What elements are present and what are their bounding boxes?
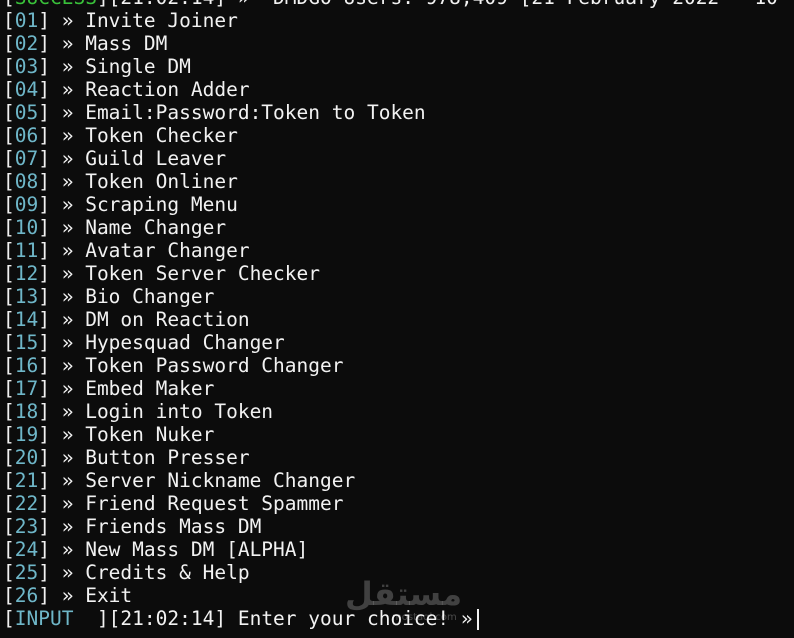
menu-item-10: [10] » Name Changer — [3, 216, 227, 239]
menu-item-22: [22] » Friend Request Spammer — [3, 492, 344, 515]
menu-item-12: [12] » Token Server Checker — [3, 262, 321, 285]
header-text: » DMDGO Users: 978,409 [21 February 2022… — [226, 0, 778, 9]
menu-item-label: Embed Maker — [85, 377, 215, 400]
menu-item-number: 08 — [14, 170, 39, 193]
menu-item-label: Token Nuker — [85, 423, 215, 446]
menu-item-02: [02] » Mass DM — [3, 32, 168, 55]
menu-item-label: Hypesquad Changer — [85, 331, 285, 354]
menu-item-number: 12 — [14, 262, 39, 285]
menu-item-11: [11] » Avatar Changer — [3, 239, 250, 262]
menu-item-number: 25 — [14, 561, 39, 584]
menu-item-label: Bio Changer — [85, 285, 215, 308]
menu-item-label: Token Server Checker — [85, 262, 321, 285]
menu-item-13: [13] » Bio Changer — [3, 285, 215, 308]
menu-item-label: Token Checker — [85, 124, 238, 147]
menu-item-label: Button Presser — [85, 446, 250, 469]
menu-item-label: Email:Password:Token to Token — [85, 101, 426, 124]
menu-item-26: [26] » Exit — [3, 584, 133, 607]
menu-item-label: Credits & Help — [85, 561, 250, 584]
status-tag: SUCCESS — [15, 0, 97, 9]
menu-item-label: Login into Token — [85, 400, 274, 423]
menu-item-label: Avatar Changer — [85, 239, 250, 262]
menu-item-08: [08] » Token Onliner — [3, 170, 238, 193]
prompt-text: Enter your choice! » — [226, 607, 473, 630]
menu-item-number: 24 — [14, 538, 39, 561]
menu-item-number: 06 — [14, 124, 39, 147]
menu-item-16: [16] » Token Password Changer — [3, 354, 344, 377]
header-time: 21:02:14 — [120, 0, 214, 9]
menu-item-03: [03] » Single DM — [3, 55, 191, 78]
menu-item-number: 01 — [14, 9, 39, 32]
menu-item-20: [20] » Button Presser — [3, 446, 250, 469]
text-cursor[interactable] — [476, 609, 479, 630]
menu-item-label: Single DM — [85, 55, 191, 78]
menu-item-09: [09] » Scraping Menu — [3, 193, 238, 216]
menu-item-label: Exit — [85, 584, 133, 607]
menu-item-06: [06] » Token Checker — [3, 124, 238, 147]
menu-item-label: Token Onliner — [85, 170, 238, 193]
menu-item-label: Reaction Adder — [85, 78, 250, 101]
header-line: [SUCCESS][21:02:14] » DMDGO Users: 978,4… — [0, 0, 794, 9]
menu-item-number: 04 — [14, 78, 39, 101]
menu-item-label: Name Changer — [85, 216, 227, 239]
menu-item-number: 16 — [14, 354, 39, 377]
menu-item-number: 10 — [14, 216, 39, 239]
menu-item-21: [21] » Server Nickname Changer — [3, 469, 356, 492]
menu-item-label: New Mass DM [ALPHA] — [85, 538, 309, 561]
prompt-time: 21:02:14 — [120, 607, 215, 630]
input-prompt[interactable]: [INPUT ][21:02:14] Enter your choice! » — [0, 607, 794, 630]
menu-item-label: Server Nickname Changer — [85, 469, 356, 492]
menu-item-label: Friends Mass DM — [85, 515, 262, 538]
menu-item-14: [14] » DM on Reaction — [3, 308, 250, 331]
menu-item-number: 18 — [14, 400, 39, 423]
menu-item-number: 13 — [14, 285, 39, 308]
menu-item-number: 07 — [14, 147, 39, 170]
menu-list: [01] » Invite Joiner [02] » Mass DM [03] »… — [0, 9, 794, 607]
menu-item-17: [17] » Embed Maker — [3, 377, 215, 400]
menu-item-number: 20 — [14, 446, 39, 469]
menu-item-05: [05] » Email:Password:Token to Token — [3, 101, 426, 124]
menu-item-number: 23 — [14, 515, 39, 538]
menu-item-label: Invite Joiner — [85, 9, 238, 32]
menu-item-number: 21 — [14, 469, 39, 492]
menu-item-label: Mass DM — [85, 32, 168, 55]
terminal-window: [SUCCESS][21:02:14] » DMDGO Users: 978,4… — [0, 0, 794, 630]
menu-item-label: Friend Request Spammer — [85, 492, 344, 515]
menu-item-label: DM on Reaction — [85, 308, 250, 331]
menu-item-number: 14 — [14, 308, 39, 331]
menu-item-07: [07] » Guild Leaver — [3, 147, 227, 170]
menu-item-number: 05 — [14, 101, 39, 124]
menu-item-label: Scraping Menu — [85, 193, 238, 216]
menu-item-01: [01] » Invite Joiner — [3, 9, 238, 32]
menu-item-04: [04] » Reaction Adder — [3, 78, 250, 101]
menu-item-19: [19] » Token Nuker — [3, 423, 215, 446]
menu-item-number: 22 — [14, 492, 39, 515]
menu-item-number: 19 — [14, 423, 39, 446]
menu-item-15: [15] » Hypesquad Changer — [3, 331, 285, 354]
menu-item-25: [25] » Credits & Help — [3, 561, 250, 584]
menu-item-number: 02 — [14, 32, 39, 55]
menu-item-number: 03 — [14, 55, 39, 78]
menu-item-number: 11 — [14, 239, 39, 262]
menu-item-number: 26 — [14, 584, 39, 607]
menu-item-number: 15 — [14, 331, 39, 354]
menu-item-label: Token Password Changer — [85, 354, 344, 377]
menu-item-18: [18] » Login into Token — [3, 400, 274, 423]
menu-item-23: [23] » Friends Mass DM — [3, 515, 262, 538]
menu-item-number: 09 — [14, 193, 39, 216]
menu-item-24: [24] » New Mass DM [ALPHA] — [3, 538, 309, 561]
menu-item-number: 17 — [14, 377, 39, 400]
menu-item-label: Guild Leaver — [85, 147, 227, 170]
input-tag: INPUT — [14, 607, 97, 630]
